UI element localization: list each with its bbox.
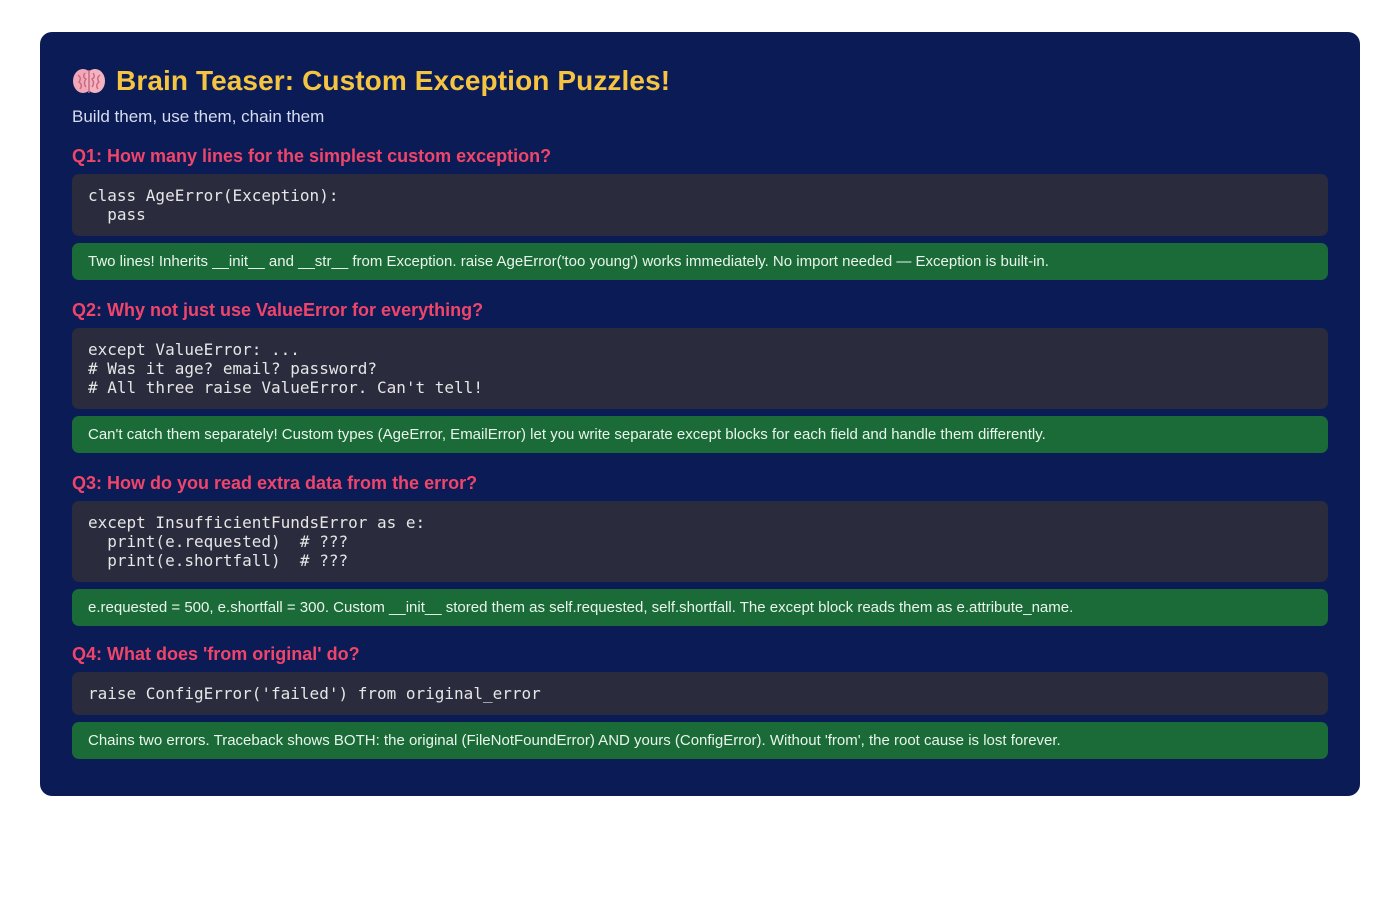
code-line: except InsufficientFundsError as e: [88,513,426,532]
answer-text: Can't catch them separately! Custom type… [88,426,1046,443]
question-section-4: Q4: What does 'from original' do? raise … [72,644,1328,759]
code-block: except InsufficientFundsError as e: prin… [72,501,1328,582]
title-row: Brain Teaser: Custom Exception Puzzles! [72,64,1328,98]
code-line: class AgeError(Exception): [88,186,339,205]
code-line: print(e.requested) # ??? [88,532,349,551]
question-heading: Q4: What does 'from original' do? [72,644,360,664]
answer-box: Two lines! Inherits __init__ and __str__… [72,243,1328,280]
answer-text: e.requested = 500, e.shortfall = 300. Cu… [88,599,1074,616]
code-line: pass [88,205,146,224]
answer-text: Chains two errors. Traceback shows BOTH:… [88,732,1061,749]
code-line: # Was it age? email? password? [88,359,377,378]
brain-icon [72,66,106,96]
code-line: # All three raise ValueError. Can't tell… [88,378,483,397]
question-section-1: Q1: How many lines for the simplest cust… [72,146,1328,280]
code-line: print(e.shortfall) # ??? [88,551,349,570]
code-block: except ValueError: ... # Was it age? ema… [72,328,1328,409]
question-section-3: Q3: How do you read extra data from the … [72,473,1328,626]
code-line: except ValueError: ... [88,340,300,359]
answer-box: e.requested = 500, e.shortfall = 300. Cu… [72,589,1328,626]
question-heading: Q2: Why not just use ValueError for ever… [72,300,484,320]
code-line: raise ConfigError('failed') from origina… [88,684,541,703]
question-heading: Q3: How do you read extra data from the … [72,473,478,493]
answer-box: Chains two errors. Traceback shows BOTH:… [72,722,1328,759]
code-block: class AgeError(Exception): pass [72,174,1328,236]
page-subtitle: Build them, use them, chain them [72,107,325,126]
question-section-2: Q2: Why not just use ValueError for ever… [72,300,1328,453]
page-title: Brain Teaser: Custom Exception Puzzles! [116,65,671,96]
teaser-card: Brain Teaser: Custom Exception Puzzles! … [40,32,1360,796]
answer-box: Can't catch them separately! Custom type… [72,416,1328,453]
code-block: raise ConfigError('failed') from origina… [72,672,1328,715]
answer-text: Two lines! Inherits __init__ and __str__… [88,253,1049,270]
question-heading: Q1: How many lines for the simplest cust… [72,146,552,166]
